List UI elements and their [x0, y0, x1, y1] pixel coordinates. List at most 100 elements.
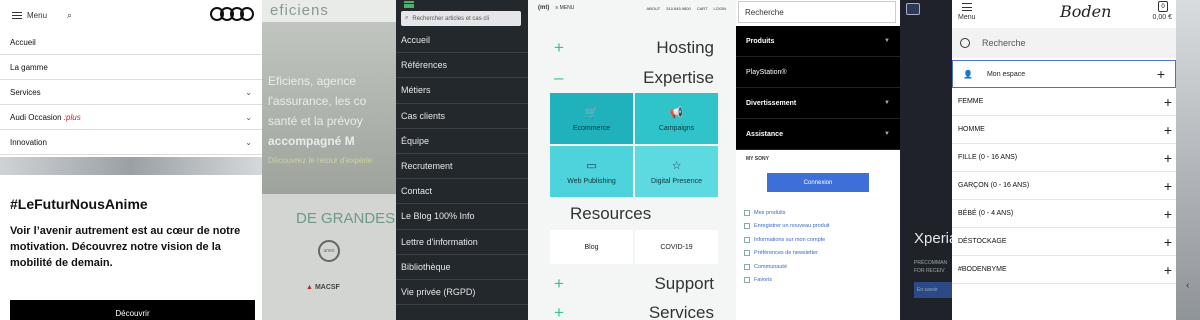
category-item[interactable]: FILLE (0 - 16 ANS) +	[952, 144, 1176, 172]
search-icon[interactable]: ⌕	[67, 10, 72, 21]
account-link[interactable]: Enregistrer un nouveau produit	[744, 220, 894, 234]
audi-panel: Menu ⌕ Accueil La gamme Services ⌄ Audi Occa…	[0, 0, 262, 320]
category-item[interactable]: BÉBÉ (0 - 4 ANS) +	[952, 200, 1176, 228]
hero-subtext[interactable]: Découvrez le retour d'expérie	[268, 156, 372, 165]
category-label: HOMME	[958, 126, 985, 133]
menu-item[interactable]: Recrutement	[396, 154, 528, 180]
menu-item[interactable]: Métiers	[396, 78, 528, 104]
category-item[interactable]: FEMME +	[952, 88, 1176, 116]
row-label: Hosting	[656, 38, 714, 57]
hosting-panel: (mt) ≡ MENU ABOUT 310.845.9800 CART LOGI…	[528, 0, 736, 320]
nav-item[interactable]: Audi Occasion :plus ⌄	[0, 105, 262, 130]
minus-icon: –	[554, 68, 564, 87]
login-link[interactable]: LOGIN	[714, 6, 726, 11]
blog-tile[interactable]: Blog	[550, 230, 633, 264]
nav-item[interactable]: La gamme	[0, 55, 262, 80]
category-label: GARÇON (0 - 16 ANS)	[958, 182, 1030, 189]
menu-label[interactable]: Menu	[958, 14, 976, 21]
expertise-tile[interactable]: ▭ Web Publishing	[550, 146, 633, 197]
services-row[interactable]: + Services	[528, 301, 736, 320]
category-item[interactable]: #BODENBYME +	[952, 256, 1176, 284]
category-label: #BODENBYME	[958, 266, 1007, 273]
boden-nav: FEMME + HOMME + FILLE (0 - 16 ANS) + GARÇON (0…	[952, 88, 1176, 284]
login-button[interactable]: Connexion	[767, 173, 869, 192]
hamburger-icon[interactable]	[12, 11, 22, 19]
menu-item[interactable]: Produits ▼	[736, 26, 900, 57]
category-label: FILLE (0 - 16 ANS)	[958, 154, 1018, 161]
link-label: Favoris	[754, 277, 773, 284]
link-label: Mes produits	[754, 209, 786, 216]
expertise-tile[interactable]: 🛒 Ecommerce	[550, 93, 633, 144]
xperia-panel: Xperia PRÉCOMMAN FOR RECEIV En savoir	[900, 0, 952, 320]
menu-item[interactable]: Bibliothèque	[396, 255, 528, 280]
tile-label: Ecommerce	[572, 124, 611, 132]
menu-item[interactable]: Références	[396, 53, 528, 79]
my-sony-label: MY SONY	[746, 156, 769, 162]
audi-logo[interactable]	[210, 7, 254, 21]
hosting-row[interactable]: + Hosting	[528, 36, 736, 60]
nav-item[interactable]: Accueil	[0, 30, 262, 55]
category-item[interactable]: DÉSTOCKAGE +	[952, 228, 1176, 256]
star-icon: ☆	[671, 159, 682, 172]
about-link[interactable]: ABOUT	[646, 6, 660, 11]
menu-button[interactable]: ≡ MENU	[555, 5, 574, 11]
menu-item[interactable]: Vie privée (RGPD)	[396, 280, 528, 306]
account-link[interactable]: Communauté	[744, 260, 894, 274]
search-input[interactable]: Recherche	[952, 28, 1176, 58]
discover-button[interactable]: Découvrir	[10, 300, 255, 320]
nav-item-label: Services	[10, 88, 41, 97]
support-row[interactable]: + Support	[528, 272, 736, 296]
covid-tile[interactable]: COVID-19	[635, 230, 718, 264]
hamburger-icon[interactable]	[404, 1, 414, 8]
boden-panel: Menu Boden 0 0,00 € Recherche 👤 Mon espa…	[952, 0, 1176, 320]
phone-link[interactable]: 310.845.9800	[666, 6, 690, 11]
menu-item[interactable]: PlayStation®	[736, 57, 900, 88]
menu-item[interactable]: Équipe	[396, 129, 528, 154]
plus-icon: +	[554, 274, 564, 293]
nav-item[interactable]: Innovation ⌄	[0, 130, 262, 155]
menu-item[interactable]: Contact	[396, 179, 528, 205]
hamburger-icon[interactable]	[962, 3, 972, 11]
cart-link[interactable]: CART	[697, 6, 708, 11]
menu-item[interactable]: Accueil	[396, 28, 528, 54]
edge-panel: ‹	[1176, 0, 1200, 320]
category-item[interactable]: HOMME +	[952, 116, 1176, 144]
account-links: Mes produits Enregistrer un nouveau produ…	[744, 206, 894, 287]
nav-item-text: Audi Occasion	[10, 112, 62, 122]
expertise-row[interactable]: – Expertise	[528, 66, 736, 90]
browser-icon: ▭	[586, 159, 597, 172]
account-link[interactable]: Mes produits	[744, 206, 894, 220]
menu-item[interactable]: Assistance ▼	[736, 119, 900, 150]
link-icon	[744, 250, 750, 257]
menu-item[interactable]: Divertissement ▼	[736, 88, 900, 119]
chevron-left-icon[interactable]: ‹	[1186, 280, 1189, 291]
plus-icon: +	[1163, 177, 1172, 194]
tile-label: Digital Presence	[651, 177, 702, 185]
hero-image	[0, 157, 262, 175]
bag-icon[interactable]: 0	[1158, 1, 1168, 12]
eficiens-logo[interactable]: eficiens	[262, 0, 396, 22]
cart-icon: 🛒	[584, 106, 599, 119]
search-input[interactable]: Recherche	[738, 1, 896, 23]
section-title: DE GRANDES	[296, 210, 396, 227]
category-item[interactable]: GARÇON (0 - 16 ANS) +	[952, 172, 1176, 200]
boden-logo[interactable]: Boden	[1060, 2, 1111, 21]
account-link[interactable]: Préférences de newsletter	[744, 247, 894, 261]
mt-logo[interactable]: (mt)	[538, 5, 549, 11]
expertise-tile[interactable]: 📢 Campaigns	[635, 93, 718, 144]
account-link[interactable]: Favoris	[744, 274, 894, 288]
menu-item[interactable]: Cas clients	[396, 104, 528, 129]
learn-more-button[interactable]: En savoir	[914, 282, 952, 298]
menu-item[interactable]: Lettre d'information	[396, 230, 528, 255]
account-row[interactable]: 👤 Mon espace +	[952, 60, 1176, 88]
menu-icon[interactable]	[906, 3, 920, 15]
search-input[interactable]: ⌕ Rechercher articles et cas cli	[401, 11, 521, 26]
menu-item[interactable]: Le Blog 100% Info	[396, 204, 528, 230]
expertise-grid: 🛒 Ecommerce 📢 Campaigns ▭ Web Publishing ☆ Digi…	[550, 93, 718, 197]
nav-item[interactable]: Services ⌄	[0, 80, 262, 105]
menu-item-label: PlayStation®	[746, 68, 787, 76]
row-label: Support	[654, 274, 714, 293]
account-link[interactable]: Informations sur mon compte	[744, 233, 894, 247]
expertise-tile[interactable]: ☆ Digital Presence	[635, 146, 718, 197]
menu-label[interactable]: Menu	[27, 11, 47, 20]
